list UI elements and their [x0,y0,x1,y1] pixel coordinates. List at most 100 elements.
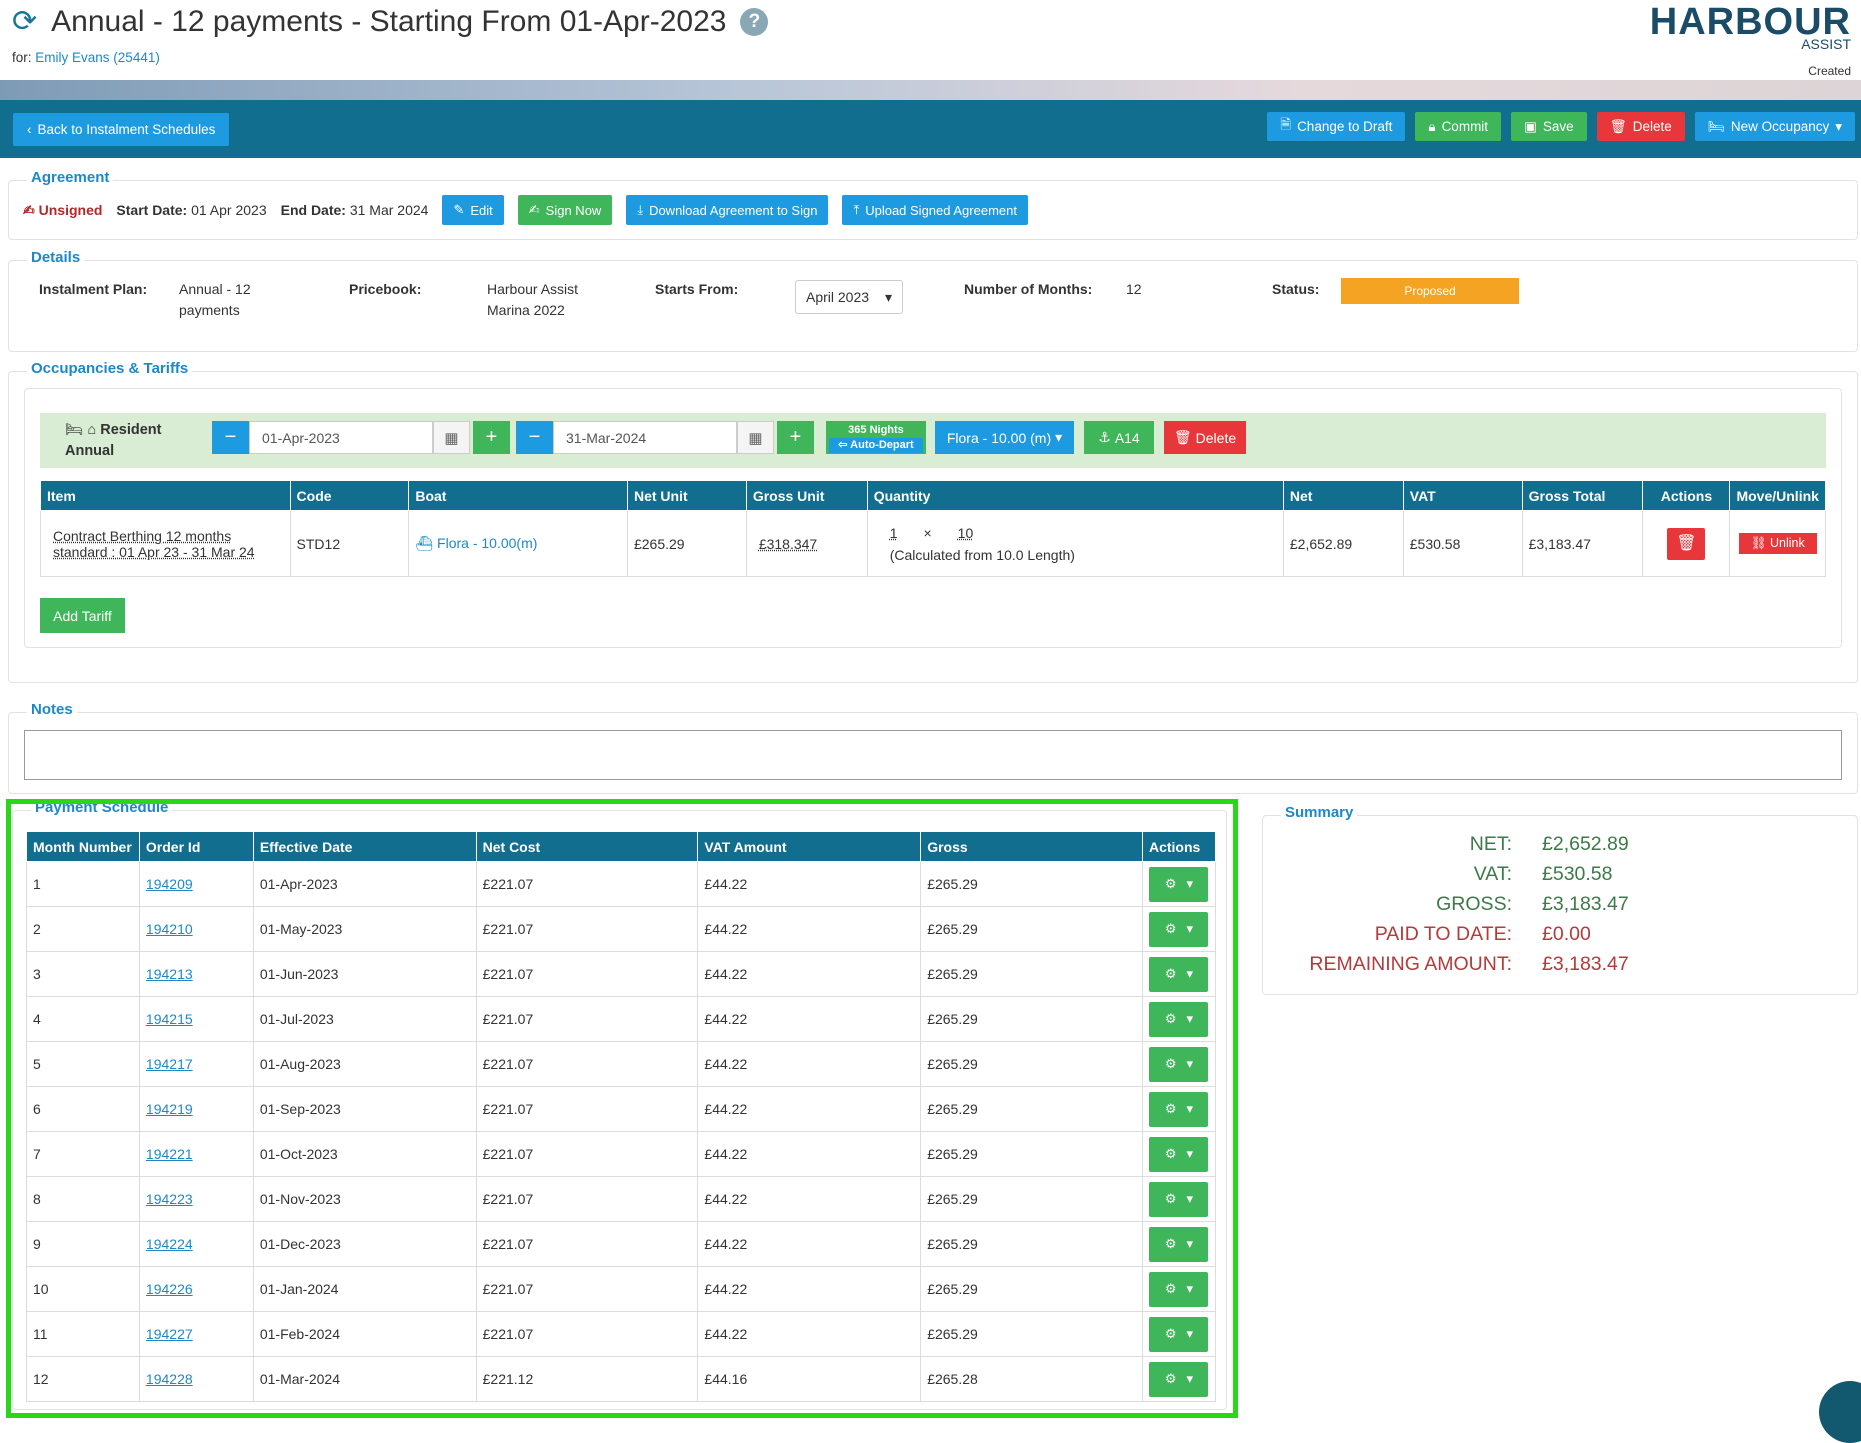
end-date-value: 31 Mar 2024 [350,202,429,218]
edit-agreement-button[interactable]: ✎ Edit [442,195,503,225]
upload-agreement-button[interactable]: ⤒ Upload Signed Agreement [842,195,1028,225]
sign-now-label: Sign Now [546,203,602,218]
tariff-code: STD12 [290,511,409,577]
signature-off-icon: ✍︎ [23,202,39,218]
save-button[interactable]: ▣Save [1511,112,1587,141]
refresh-icon[interactable]: ⟳ [12,4,37,39]
edit-label: Edit [470,203,492,218]
quantity-a[interactable]: 1 [890,525,898,541]
summary-net-label: NET: [1262,833,1542,856]
tariff-actions: 🗑︎ [1643,511,1730,577]
col-move-unlink: Move/Unlink [1730,481,1826,511]
pricebook-line2: Marina 2022 [487,300,578,321]
new-occupancy-button[interactable]: 🛏︎New Occupancy▾ [1695,112,1855,141]
unlink-button[interactable]: ⛓︎ Unlink [1739,533,1817,554]
agreement-row: ✍︎ Unsigned Start Date: 01 Apr 2023 End … [23,195,1028,225]
start-date-input[interactable]: 01-Apr-2023 [249,421,433,454]
minus-icon: − [529,426,541,449]
summary-vat: VAT:£530.58 [1262,863,1613,886]
start-date-plus-button[interactable]: + [473,421,510,454]
save-icon: ▣ [1524,119,1537,135]
nights-count: 365 Nights [848,424,904,436]
agreement-legend: Agreement [27,169,113,186]
toolbar-actions: 🗎Change to Draft 🔒︎Commit ▣Save 🗑︎Delete… [1267,112,1855,141]
status-label: Status: [1272,279,1319,300]
bed-icon: 🛏︎ [1708,119,1725,135]
tariff-item[interactable]: Contract Berthing 12 months standard : 0… [41,511,291,577]
berth-button[interactable]: ⚓︎A14 [1084,421,1154,454]
tariff-boat[interactable]: ⛴︎ Flora - 10.00(m) [409,511,628,577]
back-button[interactable]: ‹ Back to Instalment Schedules [13,113,229,146]
col-boat: Boat [409,481,628,511]
minus-icon: − [225,426,237,449]
plus-icon: + [486,426,498,449]
tariff-gross-total: £3,183.47 [1522,511,1643,577]
resident-line1: Resident [100,422,161,438]
tariff-net-unit: £265.29 [627,511,746,577]
customer-link[interactable]: Emily Evans (25441) [35,50,160,65]
end-date-calendar-button[interactable]: ▦ [737,421,774,454]
unlink-label: Unlink [1770,536,1805,550]
col-item: Item [41,481,291,511]
starts-from-label: Starts From: [655,279,738,300]
signature-icon: ✍︎ [529,202,540,218]
occupancy-bar: 🛏︎ ⌂ Resident Annual − 01-Apr-2023 ▦ + −… [40,413,1826,468]
edit-icon: ✎ [453,202,464,218]
plan-line2: payments [179,300,251,321]
anchor-icon: ⚓︎ [1098,429,1111,446]
start-date-calendar-button[interactable]: ▦ [433,421,470,454]
summary-remaining-value: £3,183.47 [1542,953,1629,976]
summary-remaining: REMAINING AMOUNT:£3,183.47 [1262,953,1629,976]
tariff-gross-unit[interactable]: £318.347 [759,536,817,552]
download-agreement-button[interactable]: ⤓Download Agreement to Sign [626,195,828,225]
tariff-header-row: Item Code Boat Net Unit Gross Unit Quant… [41,481,1826,511]
upload-label: Upload Signed Agreement [865,203,1017,218]
summary-paid-value: £0.00 [1542,923,1591,946]
end-date-minus-button[interactable]: − [516,421,553,454]
action-toolbar: ‹ Back to Instalment Schedules 🗎Change t… [0,100,1861,158]
resident-annual-label: 🛏︎ ⌂ Resident Annual [64,420,162,462]
tariff-unlink: ⛓︎ Unlink [1730,511,1826,577]
tariff-item-line1[interactable]: Contract Berthing 12 months [53,528,284,544]
agreement-panel: Agreement ✍︎ Unsigned Start Date: 01 Apr… [8,180,1858,240]
add-tariff-button[interactable]: Add Tariff [40,598,125,633]
col-gross-total: Gross Total [1522,481,1643,511]
tariff-delete-button[interactable]: 🗑︎ [1667,528,1705,560]
page-title: ⟳ Annual - 12 payments - Starting From 0… [12,4,768,39]
end-date-plus-button[interactable]: + [777,421,814,454]
caret-down-icon: ▾ [1055,429,1062,446]
delete-button[interactable]: 🗑︎Delete [1597,112,1685,141]
summary-remaining-label: REMAINING AMOUNT: [1262,953,1542,976]
back-button-label: Back to Instalment Schedules [38,122,216,137]
quantity-b[interactable]: 10 [958,525,974,541]
instalment-plan-value: Annual - 12payments [179,279,251,321]
end-date-label: End Date: [281,202,346,218]
starts-from-select[interactable]: April 2023▾ [795,280,903,314]
col-quantity: Quantity [867,481,1283,511]
notes-textarea[interactable] [24,730,1842,780]
trash-icon: 🗑︎ [1174,429,1192,446]
bed-icon: 🛏︎ [65,422,83,438]
agreement-status-label: Unsigned [39,202,103,218]
start-date-value: 01 Apr 2023 [191,202,267,218]
start-date-minus-button[interactable]: − [212,421,249,454]
summary-gross-label: GROSS: [1262,893,1542,916]
tariff-gross-unit-cell: £318.347 [746,511,867,577]
tariff-table: Item Code Boat Net Unit Gross Unit Quant… [40,480,1826,577]
occupancy-delete-button[interactable]: 🗑︎Delete [1164,421,1246,454]
change-to-draft-button[interactable]: 🗎Change to Draft [1267,112,1405,141]
tariff-item-line2[interactable]: standard : 01 Apr 23 - 31 Mar 24 [53,544,284,560]
occupancy-delete-label: Delete [1196,430,1236,446]
start-date-label: Start Date: [116,202,187,218]
sign-now-button[interactable]: ✍︎ Sign Now [518,195,613,225]
chat-widget-button[interactable] [1819,1381,1861,1443]
tariff-boat-link[interactable]: Flora - 10.00(m) [437,535,537,551]
help-icon[interactable]: ? [740,8,768,36]
end-date-input[interactable]: 31-Mar-2024 [553,421,737,454]
depart-icon: ⇦ [838,439,850,451]
upload-icon: ⤒ [853,202,859,218]
boat-select-button[interactable]: Flora - 10.00 (m)▾ [935,421,1074,454]
commit-button[interactable]: 🔒︎Commit [1415,112,1501,141]
details-panel: Details Instalment Plan: Annual - 12paym… [8,260,1858,352]
end-date: End Date: 31 Mar 2024 [281,202,429,218]
